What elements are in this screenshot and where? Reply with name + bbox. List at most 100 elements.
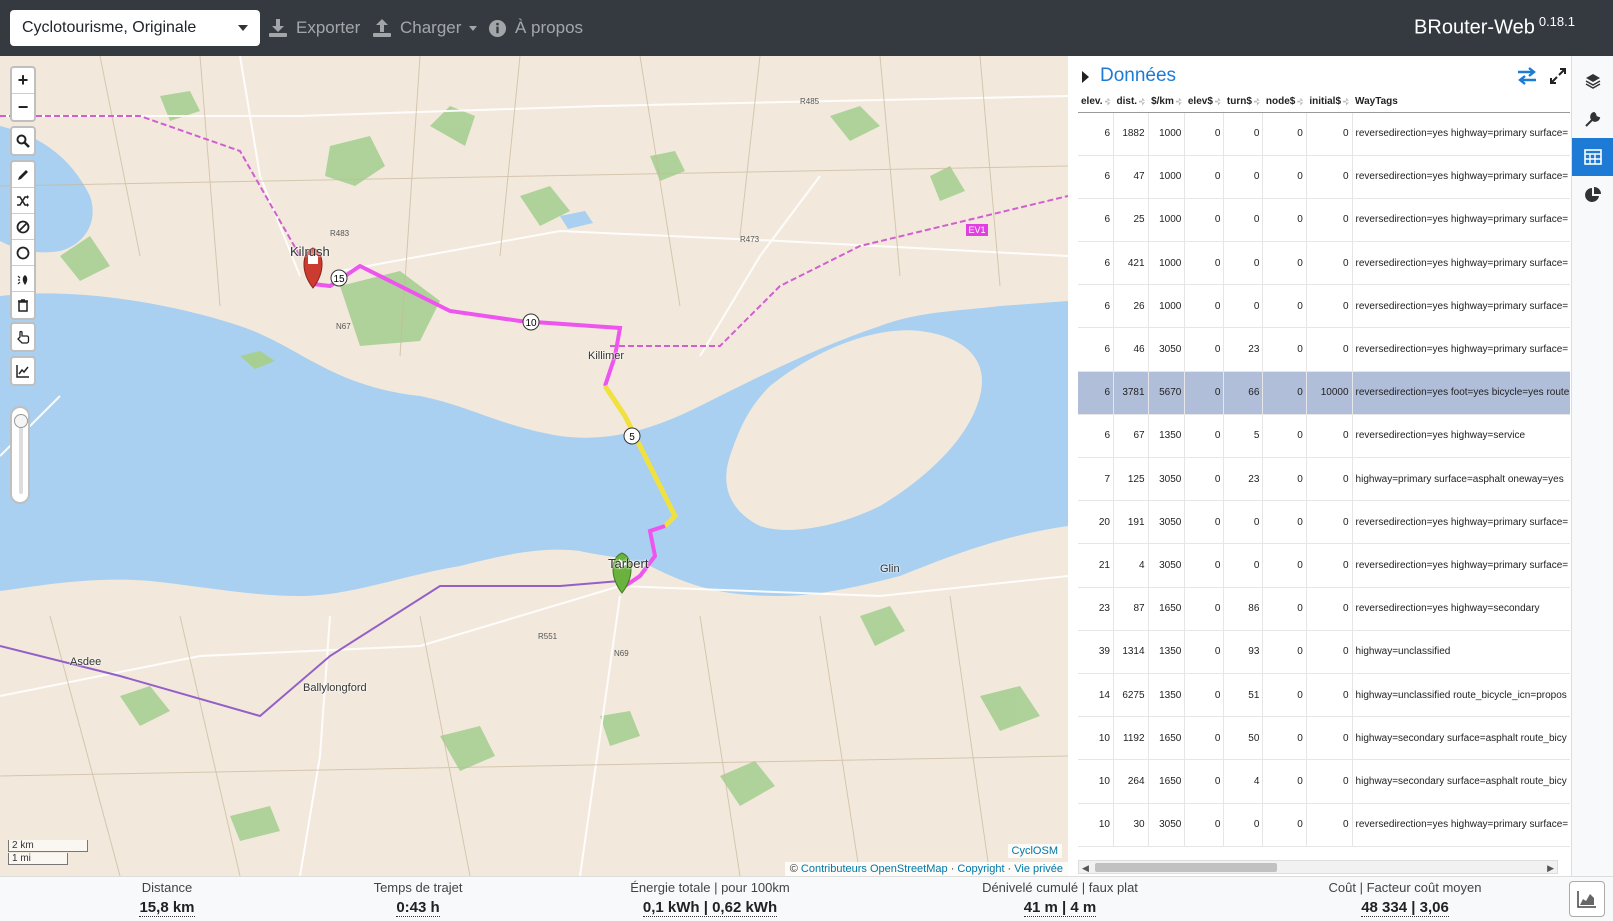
column-header[interactable]: turn$ [1223,92,1263,113]
elevation-chart-button[interactable] [12,358,34,384]
place-asdee: Asdee [70,656,102,668]
circle-icon [16,246,30,259]
poi-button[interactable] [12,266,34,292]
sort-icon [1214,97,1221,106]
sidebar-tabs [1571,56,1613,876]
fullscreen-button[interactable] [1548,66,1568,91]
table-cell: reversedirection=yes highway=primary sur… [1352,284,1570,329]
stat-cost: Coût | Facteur coût moyen 48 334 | 3,06 [1290,880,1520,917]
table-row[interactable]: 10 1192 1650 0 50 0 0 highway=secondary surface… [1078,716,1570,761]
distance-label: Distance [141,880,193,895]
tab-data-table[interactable] [1572,138,1613,176]
osm-contributors-link[interactable]: Contributeurs OpenStreetMap [801,863,948,875]
table-cell: 1882 [1113,112,1149,156]
chevron-down-icon [469,25,478,31]
table-row[interactable]: 6 67 1350 0 5 0 0 reversedirection=yes highway=… [1078,414,1570,459]
nogo-area-button[interactable] [12,214,34,240]
profile-select-value: Cyclotourisme, Originale [22,19,197,36]
column-header[interactable]: initial$ [1306,92,1353,113]
column-header[interactable]: dist. [1113,92,1149,113]
opacity-slider[interactable] [10,406,30,504]
tab-profile-settings[interactable] [1572,100,1613,138]
table-cell: reversedirection=yes highway=primary sur… [1352,198,1570,243]
data-panel-title[interactable]: Données [1100,65,1176,87]
table-cell: 1192 [1113,716,1149,761]
privacy-link[interactable]: Vie privée [1014,863,1063,875]
table-cell: 0 [1223,543,1264,588]
table-cell: 47 [1113,155,1149,199]
table-row[interactable]: 7 125 3050 0 23 0 0 highway=primary surface=asp… [1078,457,1570,502]
tab-layers[interactable] [1572,62,1613,100]
road-n67: N67 [336,322,351,331]
reverse-route-button[interactable] [12,188,34,214]
opacity-slider-handle[interactable] [14,414,28,428]
swap-columns-button[interactable] [1516,66,1538,91]
table-cell: 25 [1113,198,1149,243]
table-cell: 0 [1223,803,1264,847]
column-header[interactable]: elev$ [1184,92,1224,113]
export-button[interactable]: Exporter [268,0,360,56]
sort-icon [1253,97,1260,106]
table-row[interactable]: 6 47 1000 0 0 0 0 reversedirection=yes highway=… [1078,155,1570,199]
table-row[interactable]: 39 1314 1350 0 93 0 0 highway=unclassified [1078,630,1570,674]
table-cell: 0 [1262,673,1307,718]
elevation-profile-button[interactable] [1569,881,1605,917]
brand-version: 0.18.1 [1538,14,1575,29]
zoom-out-button[interactable]: − [12,94,34,120]
table-cell: 0 [1262,803,1307,847]
table-row[interactable]: 20 191 3050 0 0 0 0 reversedirection=yes highwa… [1078,500,1570,545]
table-row[interactable]: 23 87 1650 0 86 0 0 reversedirection=yes highwa… [1078,587,1570,631]
table-cell: reversedirection=yes highway=primary sur… [1352,327,1570,372]
collapse-triangle-icon[interactable] [1082,71,1089,83]
cheatsheet-control [10,322,36,352]
column-header-label: turn$ [1226,96,1252,108]
column-header[interactable]: $/km [1148,92,1185,113]
table-row[interactable]: 21 4 3050 0 0 0 0 reversedirection=yes highway=… [1078,543,1570,588]
load-button[interactable]: Charger [372,0,478,56]
table-cell: 0 [1184,803,1225,847]
map[interactable]: 15 10 5 EV1 R473 R485 R551 N67 N69 R483 … [0,56,1068,876]
tab-analysis[interactable] [1572,176,1613,214]
about-button[interactable]: À propos [488,0,583,56]
ascent-label: Dénivelé cumulé | faux plat [982,880,1138,895]
nogo-circle-button[interactable] [12,240,34,266]
time-label: Temps de trajet [373,880,463,895]
column-header[interactable]: node$ [1262,92,1307,113]
sort-icon [1104,97,1111,106]
profile-select[interactable]: Cyclotourisme, Originale [10,10,260,46]
table-row[interactable]: 10 30 3050 0 0 0 0 reversedirection=yes highway… [1078,803,1570,847]
column-header[interactable]: elev. [1078,92,1114,113]
table-row[interactable]: 14 6275 1350 0 51 0 0 highway=unclassified rout… [1078,673,1570,718]
table-cell: 0 [1184,587,1225,631]
cost-value: 48 334 | 3,06 [1361,899,1449,917]
place-tarbert: Tarbert [608,556,649,571]
table-cell: 0 [1262,241,1307,286]
copyright-link[interactable]: Copyright [957,863,1004,875]
stat-distance: Distance 15,8 km [82,880,252,917]
scrollbar-thumb[interactable] [1095,863,1277,872]
table-row[interactable]: 6 421 1000 0 0 0 0 reversedirection=yes highway… [1078,241,1570,286]
column-header[interactable]: WayTags [1352,92,1570,113]
table-cell: reversedirection=yes highway=primary sur… [1352,155,1570,199]
table-cell: 0 [1306,716,1353,761]
table-cell: 46 [1113,327,1149,372]
table-row[interactable]: 6 25 1000 0 0 0 0 reversedirection=yes highway=… [1078,198,1570,243]
table-cell: 0 [1262,759,1307,804]
zoom-in-button[interactable]: + [12,68,34,94]
table-row[interactable]: 6 3781 5670 0 66 0 10000 reversedirection=yes f… [1078,371,1570,415]
data-table-container[interactable]: elev. dist. $/km elev$ turn$ node$ initial$ Way… [1078,92,1570,858]
table-row[interactable]: 6 26 1000 0 0 0 0 reversedirection=yes highway=… [1078,284,1570,329]
table-cell: 10 [1078,759,1114,804]
scroll-right-icon[interactable]: ▶ [1547,863,1554,874]
draw-route-button[interactable] [12,162,34,188]
horizontal-scrollbar[interactable]: ◀ ▶ [1078,860,1558,874]
table-row[interactable]: 6 1882 1000 0 0 0 0 reversedirection=yes highwa… [1078,112,1570,156]
hand-button[interactable] [12,324,34,350]
table-row[interactable]: 6 46 3050 0 23 0 0 reversedirection=yes highway… [1078,327,1570,372]
table-row[interactable]: 10 264 1650 0 4 0 0 highway=secondary surface=a… [1078,759,1570,804]
search-button[interactable] [12,128,34,154]
delete-route-button[interactable] [12,292,34,318]
table-cell: reversedirection=yes highway=primary sur… [1352,543,1570,588]
layer-name[interactable]: CyclOSM [1007,844,1062,858]
scroll-left-icon[interactable]: ◀ [1082,863,1089,874]
